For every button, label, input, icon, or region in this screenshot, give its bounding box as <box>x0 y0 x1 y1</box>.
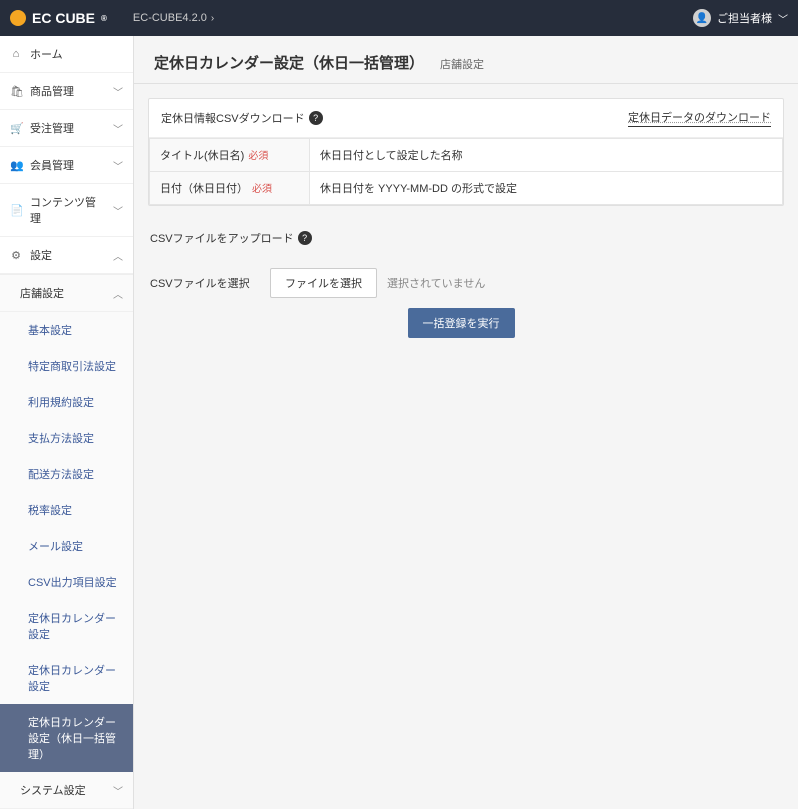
page-title: 定休日カレンダー設定（休日一括管理） <box>154 52 424 73</box>
chevron-down-icon: ﹀ <box>113 84 123 99</box>
chevron-up-icon: ︿ <box>113 286 123 301</box>
cell-value: 休日日付を YYYY-MM-DD の形式で設定 <box>310 172 783 205</box>
chevron-down-icon: ﹀ <box>113 783 123 798</box>
cart-icon: 🛒 <box>10 122 22 135</box>
sidebar-sub-delivery[interactable]: 配送方法設定 <box>0 456 133 492</box>
sidebar-sub-terms[interactable]: 利用規約設定 <box>0 384 133 420</box>
version-link[interactable]: EC-CUBE4.2.0 › <box>133 12 214 24</box>
sidebar-item-contents[interactable]: 📄コンテンツ管理﹀ <box>0 184 133 237</box>
sidebar-sub-basic[interactable]: 基本設定 <box>0 312 133 348</box>
file-select-row: CSVファイルを選択 ファイルを選択 選択されていません <box>150 268 772 298</box>
sidebar-subhead-shop[interactable]: 店舗設定︿ <box>0 275 133 312</box>
home-icon: ⌂ <box>10 48 22 60</box>
sidebar-sub-holiday-cal-a[interactable]: 定休日カレンダー設定 <box>0 600 133 652</box>
sidebar: ⌂ホーム 🛍商品管理﹀ 🛒受注管理﹀ 👥会員管理﹀ 📄コンテンツ管理﹀ ⚙設定︿… <box>0 36 134 809</box>
main-content: 定休日カレンダー設定（休日一括管理） 店舗設定 定休日情報CSVダウンロード ?… <box>134 36 798 809</box>
sidebar-item-orders[interactable]: 🛒受注管理﹀ <box>0 110 133 147</box>
user-icon: 👤 <box>693 9 711 27</box>
table-row: 日付（休日日付）必須 休日日付を YYYY-MM-DD の形式で設定 <box>150 172 783 205</box>
sidebar-subhead-system[interactable]: システム設定﹀ <box>0 772 133 809</box>
sidebar-item-home[interactable]: ⌂ホーム <box>0 36 133 73</box>
user-menu[interactable]: 👤 ご担当者様 ﹀ <box>693 9 788 27</box>
file-choose-button[interactable]: ファイルを選択 <box>270 268 377 298</box>
sidebar-shop-settings: 店舗設定︿ 基本設定 特定商取引法設定 利用規約設定 支払方法設定 配送方法設定… <box>0 275 133 809</box>
logo-icon <box>10 10 26 26</box>
page-icon: 📄 <box>10 204 22 217</box>
page-header: 定休日カレンダー設定（休日一括管理） 店舗設定 <box>134 36 798 84</box>
csv-spec-table: タイトル(休日名)必須 休日日付として設定した名称 日付（休日日付）必須 休日日… <box>149 138 783 205</box>
help-icon[interactable]: ? <box>298 231 312 245</box>
cell-label: 日付（休日日付）必須 <box>150 172 310 205</box>
panel-csv-upload-header: CSVファイルをアップロード ? <box>148 220 784 256</box>
chevron-down-icon: ﹀ <box>113 203 123 218</box>
help-icon[interactable]: ? <box>309 111 323 125</box>
sidebar-sub-mail[interactable]: メール設定 <box>0 528 133 564</box>
chevron-down-icon: ﹀ <box>778 11 788 26</box>
cell-label: タイトル(休日名)必須 <box>150 139 310 172</box>
chevron-down-icon: ﹀ <box>113 121 123 136</box>
sidebar-item-settings[interactable]: ⚙設定︿ <box>0 237 133 274</box>
sidebar-sub-payment[interactable]: 支払方法設定 <box>0 420 133 456</box>
bag-icon: 🛍 <box>10 85 22 98</box>
file-select-label: CSVファイルを選択 <box>150 275 260 291</box>
chevron-down-icon: ﹀ <box>113 158 123 173</box>
table-row: タイトル(休日名)必須 休日日付として設定した名称 <box>150 139 783 172</box>
sidebar-sub-holiday-bulk[interactable]: 定休日カレンダー設定（休日一括管理） <box>0 704 133 772</box>
brand-text: EC CUBE <box>32 10 95 26</box>
users-icon: 👥 <box>10 159 22 172</box>
logo: EC CUBE® <box>10 10 107 26</box>
chevron-up-icon: ︿ <box>113 248 123 263</box>
sidebar-item-members[interactable]: 👥会員管理﹀ <box>0 147 133 184</box>
gear-icon: ⚙ <box>10 249 22 262</box>
page-breadcrumb: 店舗設定 <box>440 56 484 72</box>
sidebar-sub-tax[interactable]: 税率設定 <box>0 492 133 528</box>
file-status-text: 選択されていません <box>387 275 485 291</box>
bulk-register-button[interactable]: 一括登録を実行 <box>408 308 515 338</box>
panel-csv-download-header: 定休日情報CSVダウンロード ? 定休日データのダウンロード <box>149 99 783 138</box>
topbar: EC CUBE® EC-CUBE4.2.0 › 👤 ご担当者様 ﹀ <box>0 0 798 36</box>
sidebar-sub-holiday-cal-b[interactable]: 定休日カレンダー設定 <box>0 652 133 704</box>
sidebar-item-products[interactable]: 🛍商品管理﹀ <box>0 73 133 110</box>
download-link[interactable]: 定休日データのダウンロード <box>628 109 771 127</box>
chevron-right-icon: › <box>211 13 214 24</box>
panel-csv-upload: CSVファイルをアップロード ? CSVファイルを選択 ファイルを選択 選択され… <box>148 220 784 350</box>
sidebar-sub-csv[interactable]: CSV出力項目設定 <box>0 564 133 600</box>
panel-csv-download: 定休日情報CSVダウンロード ? 定休日データのダウンロード タイトル(休日名)… <box>148 98 784 206</box>
sidebar-sub-tradelaw[interactable]: 特定商取引法設定 <box>0 348 133 384</box>
cell-value: 休日日付として設定した名称 <box>310 139 783 172</box>
